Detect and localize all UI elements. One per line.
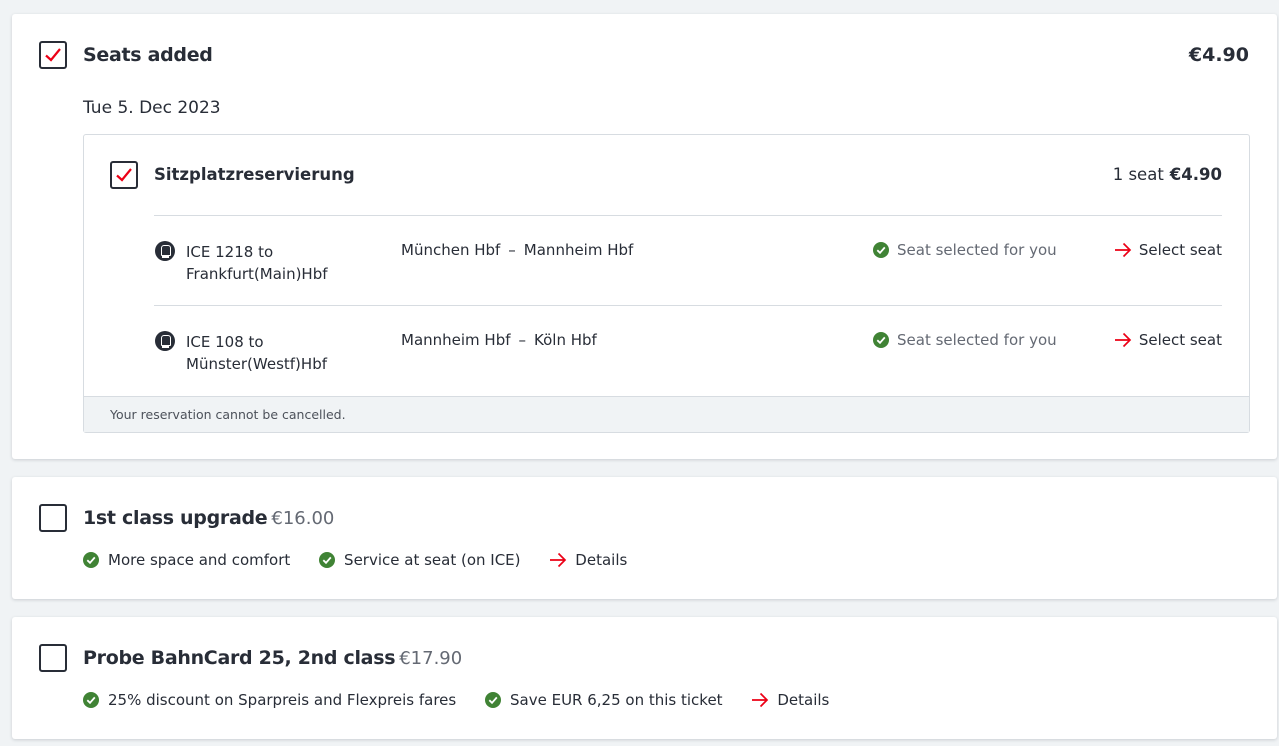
feature-text: More space and comfort [108, 551, 291, 569]
leg-route: Mannheim Hbf – Köln Hbf [401, 331, 597, 349]
seat-reservation-panel: Sitzplatzreservierung 1 seat €4.90 ICE 12… [83, 134, 1250, 433]
route-separator: – [518, 331, 527, 349]
cancellation-note: Your reservation cannot be cancelled. [84, 396, 1249, 432]
leg-row: ICE 1218 to Frankfurt(Main)Hbf München H… [84, 238, 1249, 308]
leg-seat-status: Seat selected for you [873, 241, 1057, 259]
leg-seat-status-text: Seat selected for you [897, 241, 1057, 259]
select-seat-link[interactable]: Select seat [1114, 241, 1222, 259]
leg-from: Mannheim Hbf [401, 331, 511, 349]
select-seat-link[interactable]: Select seat [1114, 331, 1222, 349]
probe-bahncard-features: 25% discount on Sparpreis and Flexpreis … [83, 691, 853, 709]
first-class-upgrade-title: 1st class upgrade [83, 507, 268, 529]
feature-item: More space and comfort [83, 551, 290, 569]
leg-to: Mannheim Hbf [523, 241, 634, 259]
checkmark-icon [45, 48, 61, 62]
travel-date: Tue 5. Dec 2023 [83, 98, 221, 118]
arrow-right-icon [1114, 332, 1132, 348]
seat-reservation-price: €4.90 [1169, 165, 1222, 184]
checkmark-icon [116, 168, 132, 182]
train-icon [155, 331, 175, 351]
leg-route: München Hbf – Mannheim Hbf [401, 241, 633, 259]
feature-item: 25% discount on Sparpreis and Flexpreis … [83, 691, 456, 709]
seat-reservation-title: Sitzplatzreservierung [154, 165, 355, 184]
arrow-right-icon [550, 552, 567, 568]
probe-bahncard-title-row: Probe BahnCard 25, 2nd class €17.90 [83, 647, 462, 669]
first-class-upgrade-features: More space and comfort Service at seat (… [83, 551, 651, 569]
details-link[interactable]: Details [549, 551, 627, 569]
feature-text: Save EUR 6,25 on this ticket [510, 691, 723, 709]
first-class-upgrade-price: €16.00 [271, 508, 335, 529]
first-class-upgrade-title-row: 1st class upgrade €16.00 [83, 507, 334, 529]
check-circle-icon [319, 552, 336, 568]
divider [154, 305, 1222, 306]
probe-bahncard-checkbox[interactable] [39, 644, 67, 672]
select-seat-label: Select seat [1138, 331, 1222, 349]
leg-train: ICE 108 to Münster(Westf)Hbf [186, 333, 327, 373]
leg-train: ICE 1218 to Frankfurt(Main)Hbf [186, 243, 328, 283]
seat-count: 1 seat [1112, 165, 1164, 184]
train-icon [155, 241, 175, 261]
check-circle-icon [485, 692, 501, 708]
feature-text: 25% discount on Sparpreis and Flexpreis … [108, 691, 457, 709]
leg-row: ICE 108 to Münster(Westf)Hbf Mannheim Hb… [84, 328, 1249, 398]
seat-reservation-checkbox[interactable] [110, 161, 138, 189]
details-label: Details [777, 691, 830, 709]
arrow-right-icon [752, 692, 769, 708]
first-class-upgrade-checkbox[interactable] [39, 504, 67, 532]
check-circle-icon [873, 242, 889, 258]
leg-from: München Hbf [401, 241, 501, 259]
seats-added-title: Seats added [83, 44, 213, 66]
probe-bahncard-price: €17.90 [399, 648, 463, 669]
probe-bahncard-title: Probe BahnCard 25, 2nd class [83, 647, 396, 669]
first-class-upgrade-card: 1st class upgrade €16.00 More space and c… [12, 477, 1277, 599]
leg-seat-status-text: Seat selected for you [897, 331, 1057, 349]
select-seat-label: Select seat [1138, 241, 1222, 259]
divider [154, 215, 1222, 216]
check-circle-icon [83, 692, 99, 708]
probe-bahncard-card: Probe BahnCard 25, 2nd class €17.90 25% d… [12, 617, 1277, 739]
leg-to: Köln Hbf [534, 331, 597, 349]
feature-item: Service at seat (on ICE) [319, 551, 521, 569]
feature-text: Service at seat (on ICE) [344, 551, 521, 569]
seats-added-card: Seats added €4.90 Tue 5. Dec 2023 Sitzpl… [12, 14, 1277, 459]
arrow-right-icon [1114, 242, 1132, 258]
seat-reservation-summary: 1 seat €4.90 [1113, 165, 1222, 184]
check-circle-icon [83, 552, 99, 568]
seats-added-checkbox[interactable] [39, 41, 67, 69]
details-link[interactable]: Details [751, 691, 829, 709]
seats-added-total-price: €4.90 [1188, 44, 1249, 66]
feature-item: Save EUR 6,25 on this ticket [485, 691, 723, 709]
route-separator: – [508, 241, 516, 259]
details-label: Details [575, 551, 628, 569]
leg-seat-status: Seat selected for you [873, 331, 1057, 349]
check-circle-icon [873, 332, 889, 348]
